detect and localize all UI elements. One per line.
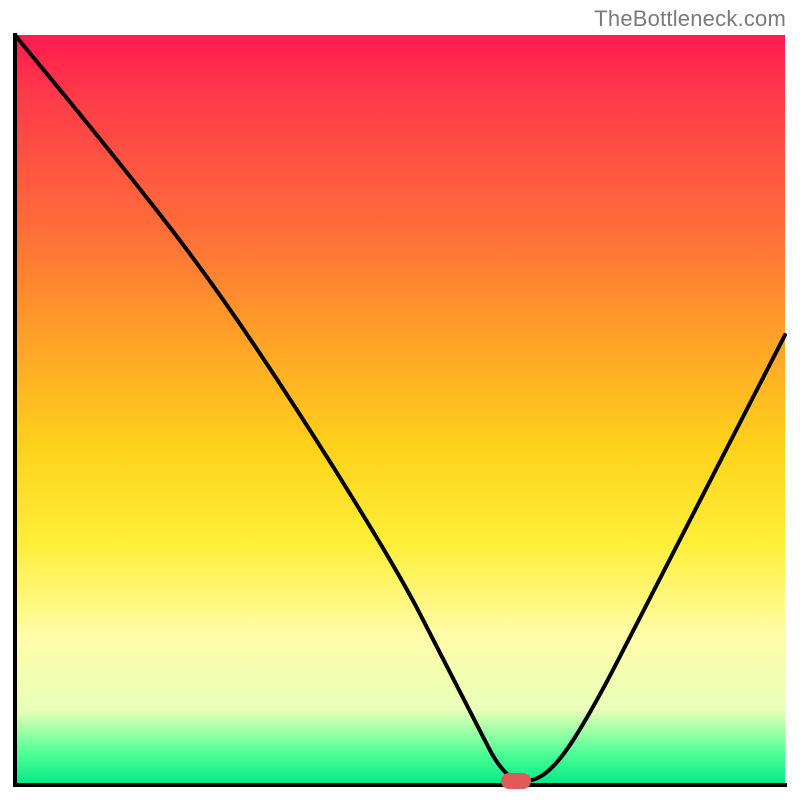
watermark-text: TheBottleneck.com	[594, 6, 786, 32]
chart-frame: TheBottleneck.com	[0, 0, 800, 800]
optimal-marker	[501, 773, 531, 789]
plot-background-gradient	[15, 35, 785, 785]
